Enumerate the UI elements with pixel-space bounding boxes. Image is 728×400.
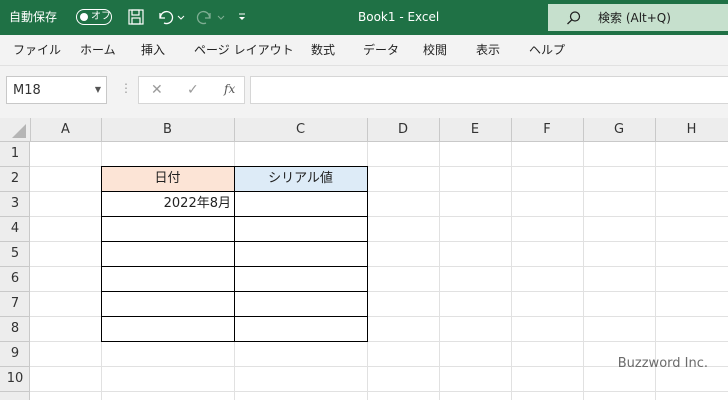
row-header-1[interactable]: 1	[0, 146, 30, 162]
row-header-3[interactable]: 3	[0, 196, 30, 212]
tab-data[interactable]: データ	[363, 42, 399, 58]
row-header-5[interactable]: 5	[0, 246, 30, 262]
row-header-4[interactable]: 4	[0, 221, 30, 237]
document-title: Book1 - Excel	[358, 10, 440, 24]
column-header-c[interactable]: C	[234, 122, 367, 138]
tab-home[interactable]: ホーム	[80, 42, 116, 58]
tab-page-layout[interactable]: ページ レイアウト	[194, 42, 294, 58]
row-header-10[interactable]: 10	[0, 371, 30, 387]
row-header-7[interactable]: 7	[0, 296, 30, 312]
search-icon	[566, 10, 582, 26]
column-header-a[interactable]: A	[30, 122, 101, 138]
customize-qat-icon[interactable]	[236, 8, 248, 26]
row-header-2[interactable]: 2	[0, 171, 30, 187]
title-bar: 自動保存 オフ Book1 - Excel 検索 (Alt+Q)	[0, 0, 728, 35]
autosave-toggle[interactable]: オフ	[76, 9, 112, 25]
save-icon[interactable]	[127, 8, 145, 26]
redo-icon[interactable]	[196, 8, 214, 26]
name-box-dropdown-icon[interactable]: ▼	[95, 85, 101, 95]
column-header-e[interactable]: E	[439, 122, 511, 138]
undo-dropdown-icon[interactable]	[176, 8, 186, 26]
enter-check-icon[interactable]: ✓	[187, 82, 199, 98]
tab-view[interactable]: 表示	[476, 42, 500, 58]
autosave-state: オフ	[91, 11, 111, 22]
cell-c2-header[interactable]: シリアル値	[234, 171, 367, 187]
name-box-value: M18	[13, 83, 41, 98]
toggle-knob	[80, 13, 88, 21]
column-header-b[interactable]: B	[101, 122, 234, 138]
column-header-d[interactable]: D	[367, 122, 439, 138]
autosave-label: 自動保存	[9, 10, 58, 24]
tab-review[interactable]: 校閲	[423, 42, 447, 58]
search-placeholder: 検索 (Alt+Q)	[598, 11, 671, 25]
column-header-g[interactable]: G	[583, 122, 655, 138]
tab-help[interactable]: ヘルプ	[529, 42, 565, 58]
cell-b2-header[interactable]: 日付	[101, 171, 234, 187]
insert-function-icon[interactable]: fx	[224, 82, 235, 96]
tab-insert[interactable]: 挿入	[141, 42, 165, 58]
cancel-icon[interactable]: ✕	[151, 82, 163, 98]
search-box[interactable]: 検索 (Alt+Q)	[548, 4, 728, 31]
formula-input[interactable]	[250, 76, 728, 104]
column-header-h[interactable]: H	[655, 122, 728, 138]
tab-formulas[interactable]: 数式	[311, 42, 335, 58]
worksheet-grid[interactable]: A B C D E F G H 1 2 3 4 5 6 7 8 9 10 日付 …	[0, 118, 728, 400]
row-header-8[interactable]: 8	[0, 321, 30, 337]
name-box[interactable]: M18 ▼	[6, 76, 107, 104]
formula-buttons: ✕ ✓ fx	[138, 76, 245, 104]
column-header-f[interactable]: F	[511, 122, 583, 138]
undo-icon[interactable]	[156, 8, 174, 26]
tab-file[interactable]: ファイル	[13, 42, 61, 58]
watermark: Buzzword Inc.	[617, 356, 708, 371]
formula-bar-area: M18 ▼ ⋮ ✕ ✓ fx	[0, 66, 728, 118]
redo-dropdown-icon[interactable]	[216, 8, 226, 26]
cell-b3-date[interactable]: 2022年8月	[101, 196, 231, 212]
ribbon-tabs: ファイル ホーム 挿入 ページ レイアウト 数式 データ 校閲 表示 ヘルプ	[0, 35, 728, 66]
row-header-9[interactable]: 9	[0, 346, 30, 362]
row-header-6[interactable]: 6	[0, 271, 30, 287]
vertical-dots-icon: ⋮	[120, 81, 132, 95]
